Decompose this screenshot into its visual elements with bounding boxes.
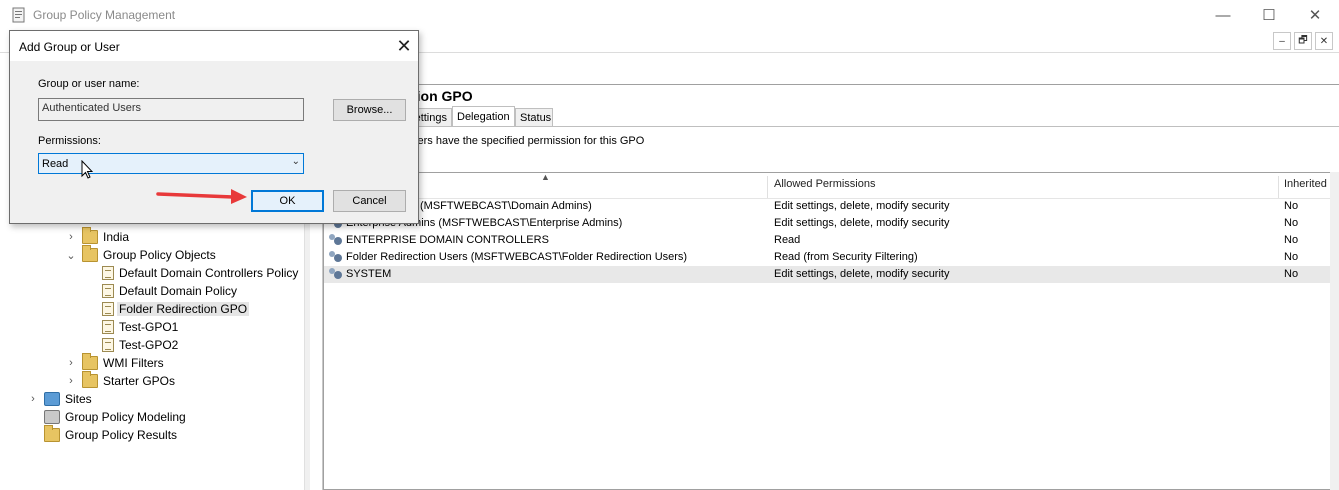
chevron-right-icon[interactable]: › bbox=[66, 357, 76, 369]
tree-node-label: Group Policy Results bbox=[65, 428, 178, 442]
tree-node-label: Test-GPO2 bbox=[119, 338, 179, 352]
gpo-icon bbox=[102, 302, 114, 316]
row-name: Folder Redirection Users (MSFTWEBCAST\Fo… bbox=[346, 251, 688, 263]
chevron-right-icon[interactable]: › bbox=[66, 231, 76, 243]
tab-status[interactable]: Status bbox=[515, 108, 553, 127]
list-scrollbar[interactable] bbox=[1330, 172, 1339, 490]
tab-delegation[interactable]: Delegation bbox=[452, 106, 515, 127]
cancel-button[interactable]: Cancel bbox=[333, 190, 406, 212]
group-user-name-field[interactable]: Authenticated Users bbox=[38, 98, 304, 121]
row-inherited: No bbox=[1284, 217, 1299, 229]
tree-node-label: Starter GPOs bbox=[103, 374, 176, 388]
dialog-title: Add Group or User bbox=[19, 40, 120, 54]
row-name: SYSTEM bbox=[346, 268, 392, 280]
table-row[interactable]: Folder Redirection Users (MSFTWEBCAST\Fo… bbox=[324, 249, 1339, 266]
row-name: ENTERPRISE DOMAIN CONTROLLERS bbox=[346, 234, 549, 246]
row-inherited: No bbox=[1284, 268, 1299, 280]
browse-button[interactable]: Browse... bbox=[333, 99, 406, 121]
tree-node[interactable]: › Sites bbox=[28, 390, 94, 408]
row-allowed-permissions: Edit settings, delete, modify security bbox=[774, 268, 950, 280]
row-allowed-permissions: Edit settings, delete, modify security bbox=[774, 200, 950, 212]
row-inherited: No bbox=[1284, 234, 1299, 246]
window-title: Group Policy Management bbox=[33, 8, 176, 22]
delegation-description: sers have the specified permission for t… bbox=[412, 135, 645, 147]
folder-icon bbox=[82, 371, 98, 388]
table-row[interactable]: (MSFTWEBCAST\Domain Admins) Edit settings… bbox=[324, 198, 1339, 215]
tree-node-label: Group Policy Modeling bbox=[65, 410, 186, 424]
tree-node[interactable]: ⌄ Group Policy Objects bbox=[66, 245, 218, 264]
tab-strip-border bbox=[322, 126, 1339, 127]
tree-node-label: India bbox=[103, 230, 130, 244]
column-header-inherited[interactable]: Inherited bbox=[1284, 178, 1328, 190]
folder-icon bbox=[82, 353, 98, 370]
window-titlebar bbox=[0, 0, 1339, 30]
folder-icon bbox=[82, 227, 98, 244]
tree-node-label: Group Policy Objects bbox=[103, 248, 216, 262]
modeling-icon bbox=[44, 410, 60, 424]
column-header-allowed-permissions[interactable]: Allowed Permissions bbox=[774, 178, 875, 190]
permissions-dropdown[interactable]: Read ⌄ bbox=[38, 153, 304, 174]
tree-node-label: Default Domain Controllers Policy bbox=[119, 266, 299, 280]
annotation-arrow-icon bbox=[155, 185, 250, 208]
name-label: Group or user name: bbox=[38, 78, 140, 90]
mouse-cursor-icon bbox=[81, 159, 94, 183]
gpo-title: tion GPO bbox=[412, 88, 473, 104]
row-allowed-permissions: Read (from Security Filtering) bbox=[774, 251, 918, 263]
mdi-restore-button[interactable]: 🗗 bbox=[1294, 32, 1312, 50]
tree-node[interactable]: Test-GPO2 bbox=[84, 336, 180, 354]
chevron-down-icon[interactable]: ⌄ bbox=[66, 249, 76, 262]
table-row[interactable]: SYSTEM Edit settings, delete, modify secu… bbox=[324, 266, 1339, 283]
gpo-icon bbox=[102, 320, 114, 334]
permissions-selected-value: Read bbox=[42, 157, 69, 170]
mdi-close-button[interactable]: ✕ bbox=[1315, 32, 1333, 50]
maximize-button[interactable]: ☐ bbox=[1246, 0, 1292, 30]
tree-node[interactable]: Group Policy Results bbox=[28, 425, 179, 444]
chevron-down-icon: ⌄ bbox=[291, 156, 300, 167]
tree-node[interactable]: Group Policy Modeling bbox=[28, 408, 188, 426]
table-row[interactable]: Enterprise Admins (MSFTWEBCAST\Enterpris… bbox=[324, 215, 1339, 232]
chevron-right-icon[interactable]: › bbox=[66, 375, 76, 387]
column-separator[interactable] bbox=[1278, 176, 1279, 198]
tree-node[interactable]: Default Domain Controllers Policy bbox=[84, 264, 300, 282]
gpo-icon bbox=[102, 266, 114, 280]
gpo-icon bbox=[102, 338, 114, 352]
tree-node-label: Test-GPO1 bbox=[119, 320, 179, 334]
tree-node[interactable]: › India bbox=[66, 227, 131, 246]
tree-node[interactable]: › WMI Filters bbox=[66, 353, 166, 372]
gpm-app-icon bbox=[12, 7, 26, 23]
row-name: (MSFTWEBCAST\Domain Admins) bbox=[420, 200, 592, 212]
user-group-icon bbox=[329, 233, 343, 247]
sites-icon bbox=[44, 392, 60, 406]
row-inherited: No bbox=[1284, 251, 1299, 263]
tree-node[interactable]: Folder Redirection GPO bbox=[84, 300, 250, 318]
results-icon bbox=[44, 425, 60, 442]
mdi-minimize-button[interactable]: – bbox=[1273, 32, 1291, 50]
tree-node-label: Default Domain Policy bbox=[119, 284, 238, 298]
gpo-icon bbox=[102, 284, 114, 298]
tree-node-label: Folder Redirection GPO bbox=[117, 302, 250, 316]
tree-node[interactable]: Test-GPO1 bbox=[84, 318, 180, 336]
tree-node-label: Sites bbox=[65, 392, 92, 406]
row-allowed-permissions: Read bbox=[774, 234, 801, 246]
close-button[interactable]: ✕ bbox=[1292, 0, 1338, 30]
row-allowed-permissions: Edit settings, delete, modify security bbox=[774, 217, 950, 229]
row-inherited: No bbox=[1284, 200, 1299, 212]
user-group-icon bbox=[329, 267, 343, 281]
permissions-label: Permissions: bbox=[38, 135, 101, 147]
minimize-button[interactable]: — bbox=[1200, 0, 1246, 30]
table-row[interactable]: ENTERPRISE DOMAIN CONTROLLERS Read No bbox=[324, 232, 1339, 249]
tree-node-label: WMI Filters bbox=[103, 356, 164, 370]
sort-ascending-icon: ▲ bbox=[541, 172, 550, 182]
column-separator[interactable] bbox=[767, 176, 768, 198]
chevron-right-icon[interactable]: › bbox=[28, 393, 38, 405]
tree-node[interactable]: › Starter GPOs bbox=[66, 371, 177, 390]
dialog-close-icon[interactable]: ✕ bbox=[393, 35, 415, 57]
folder-icon bbox=[82, 245, 98, 262]
tree-node[interactable]: Default Domain Policy bbox=[84, 282, 239, 300]
mdi-controls: – 🗗 ✕ bbox=[1273, 32, 1333, 50]
ok-button[interactable]: OK bbox=[251, 190, 324, 212]
user-group-icon bbox=[329, 250, 343, 264]
